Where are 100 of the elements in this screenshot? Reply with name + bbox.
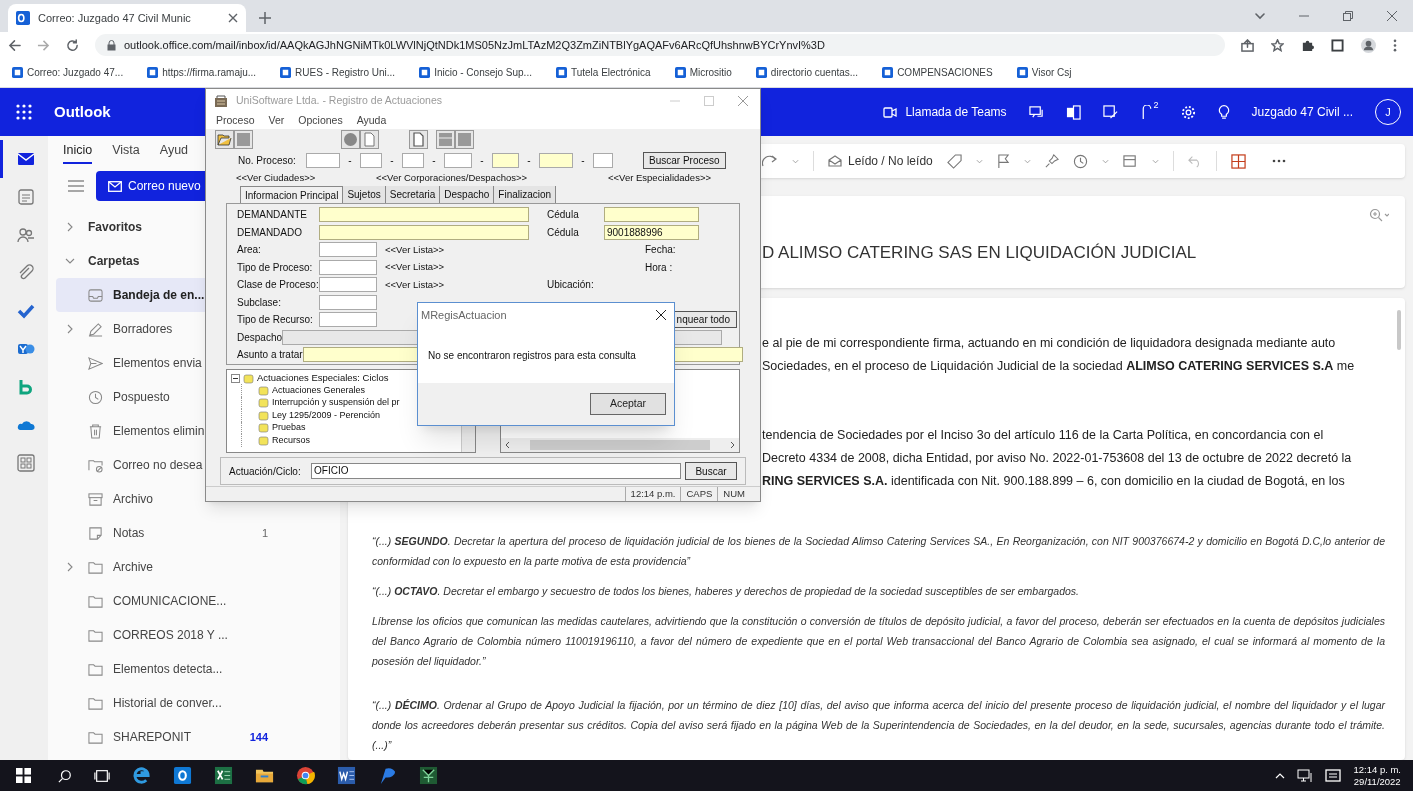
search-button[interactable]: Buscar <box>685 462 737 480</box>
star-icon[interactable] <box>1271 38 1284 52</box>
restore-icon[interactable] <box>1343 11 1353 21</box>
menu-item[interactable]: Proceso <box>216 113 255 129</box>
input-field[interactable] <box>319 277 377 293</box>
ribbon-tab[interactable]: Inicio <box>63 138 93 164</box>
keyboard-icon[interactable] <box>1325 769 1342 782</box>
search-icon[interactable] <box>58 768 72 783</box>
clock-time[interactable]: 12:14 p. m. <box>1353 763 1401 776</box>
input-field[interactable] <box>444 152 472 168</box>
spreadsheet-icon[interactable] <box>214 766 233 785</box>
new-tab-icon[interactable] <box>258 11 272 25</box>
chevron-up-icon[interactable] <box>1275 772 1286 779</box>
teams-call-button[interactable]: Llamada de Teams <box>905 103 1007 121</box>
forward-arrow-icon[interactable] <box>37 38 50 52</box>
folder-item[interactable]: Historial de conver... <box>56 686 340 720</box>
list-link[interactable]: <<Ver Ciudades>> <box>236 170 376 186</box>
list-link[interactable]: <<Ver Lista>> <box>385 260 445 275</box>
more-options-icon[interactable] <box>1271 159 1286 163</box>
bookmark[interactable]: Micrositio <box>670 65 736 80</box>
tab[interactable]: Sujetos <box>343 186 386 203</box>
apps-icon[interactable] <box>1230 153 1246 169</box>
chevron-right-icon[interactable] <box>66 324 74 334</box>
square-icon[interactable] <box>455 129 474 149</box>
ribbon-tab[interactable]: Ayud <box>159 138 189 164</box>
folder-item[interactable]: SHAREPONIT 144 <box>56 720 340 754</box>
bookmark[interactable]: RUES - Registro Uni... <box>276 65 400 80</box>
browser-e-icon[interactable] <box>132 766 151 785</box>
move-folder-icon[interactable] <box>1122 153 1138 169</box>
input-field[interactable] <box>319 207 529 223</box>
profile-icon[interactable] <box>1361 37 1376 53</box>
share-icon[interactable] <box>1241 38 1254 52</box>
chevron-down-icon[interactable] <box>65 257 75 265</box>
list-link[interactable]: <<Ver Corporaciones/Despachos>> <box>376 170 608 186</box>
puzzle-icon[interactable] <box>1301 38 1314 52</box>
search-process-button[interactable]: Buscar Proceso <box>643 151 726 169</box>
forward-arrow-icon[interactable] <box>762 154 778 168</box>
network-icon[interactable] <box>1297 768 1314 783</box>
folder-item[interactable]: COMUNICACIONE... <box>56 584 340 618</box>
document-icon[interactable] <box>337 766 356 785</box>
input-field[interactable] <box>306 152 340 168</box>
folder-item[interactable]: Elementos detecta... <box>56 652 340 686</box>
input-field[interactable] <box>319 312 377 328</box>
chevron-right-icon[interactable] <box>730 441 735 449</box>
input-field[interactable] <box>492 152 519 168</box>
menu-item[interactable]: Ver <box>268 113 285 129</box>
input-field[interactable]: 9001888996 <box>604 224 699 240</box>
task-view-icon[interactable] <box>94 768 110 783</box>
input-field[interactable] <box>319 242 377 258</box>
tab[interactable]: Secretaria <box>385 186 441 203</box>
bookmark[interactable]: directorio cuentas... <box>751 65 863 80</box>
input-field[interactable] <box>604 207 699 223</box>
input-field[interactable] <box>319 259 377 275</box>
back-arrow-icon[interactable] <box>8 38 21 52</box>
pen-nib-icon[interactable] <box>378 766 397 785</box>
outlook-icon[interactable] <box>173 766 192 785</box>
zoom-icon[interactable] <box>1369 208 1389 222</box>
account-name[interactable]: Juzgado 47 Civil ... <box>1251 103 1353 121</box>
input-field[interactable]: OFICIO <box>311 463 681 479</box>
tab[interactable]: Informacion Principal <box>240 186 344 203</box>
input-field[interactable] <box>539 152 573 168</box>
address-bar[interactable]: outlook.office.com/mail/inbox/id/AAQkAGJhNGNiMTk0LWVlNjQtNDk1MS05NzJmLTAzM2Q3ZmZiNTBlYgAQAFv6ARcQfUhshnwBYCrYnvI%3D <box>95 34 1225 56</box>
bookmark[interactable]: https://firma.ramaju... <box>143 65 261 80</box>
chrome-icon[interactable] <box>296 766 315 785</box>
grid-icon[interactable] <box>436 129 455 149</box>
bookmark[interactable]: Inicio - Consejo Sup... <box>415 65 536 80</box>
edit-note-icon[interactable] <box>1102 104 1118 120</box>
folder-item[interactable]: CORREOS 2018 Y ... <box>56 618 340 652</box>
bookmark[interactable]: Correo: Juzgado 47... <box>8 65 128 80</box>
open-folder-icon[interactable] <box>215 129 234 149</box>
folder-item[interactable]: Archive <box>56 550 340 584</box>
horizontal-scrollbar[interactable] <box>501 438 739 452</box>
folder-item[interactable]: Archivo <box>56 482 340 516</box>
clock-icon[interactable] <box>1072 153 1088 169</box>
chevron-left-icon[interactable] <box>505 441 510 449</box>
clock-date[interactable]: 29/11/2022 <box>1353 775 1401 788</box>
chevron-right-icon[interactable] <box>66 562 74 572</box>
app-launcher-icon[interactable] <box>16 104 32 120</box>
input-field[interactable] <box>319 294 377 310</box>
menu-icon[interactable] <box>1393 38 1397 52</box>
menu-item[interactable]: Opciones <box>298 113 343 129</box>
read-unread-button[interactable]: Leído / No leído <box>828 152 933 170</box>
list-link[interactable]: <<Ver Lista>> <box>385 277 445 292</box>
flag-icon[interactable] <box>996 153 1010 169</box>
list-link[interactable]: <<Ver Especialidades>> <box>608 170 711 186</box>
browser-tab[interactable]: Correo: Juzgado 47 Civil Munic <box>8 4 246 32</box>
folder-item[interactable]: Notas 1 <box>56 516 340 550</box>
tab[interactable]: Finalizacion <box>494 186 557 203</box>
page-icon[interactable] <box>409 129 428 149</box>
office-icon[interactable] <box>1065 104 1081 120</box>
square-icon[interactable] <box>234 129 253 149</box>
pin-icon[interactable] <box>1044 154 1059 168</box>
ribbon-tab[interactable]: Vista <box>112 138 140 164</box>
bookmark[interactable]: Tutela Electrónica <box>551 65 655 80</box>
input-field[interactable] <box>319 224 529 240</box>
tab[interactable]: Despacho <box>440 186 495 203</box>
app-icon[interactable] <box>419 766 438 785</box>
scrollbar-thumb[interactable] <box>1397 310 1401 350</box>
input-field[interactable] <box>593 152 613 168</box>
settings-icon[interactable] <box>1180 104 1196 120</box>
